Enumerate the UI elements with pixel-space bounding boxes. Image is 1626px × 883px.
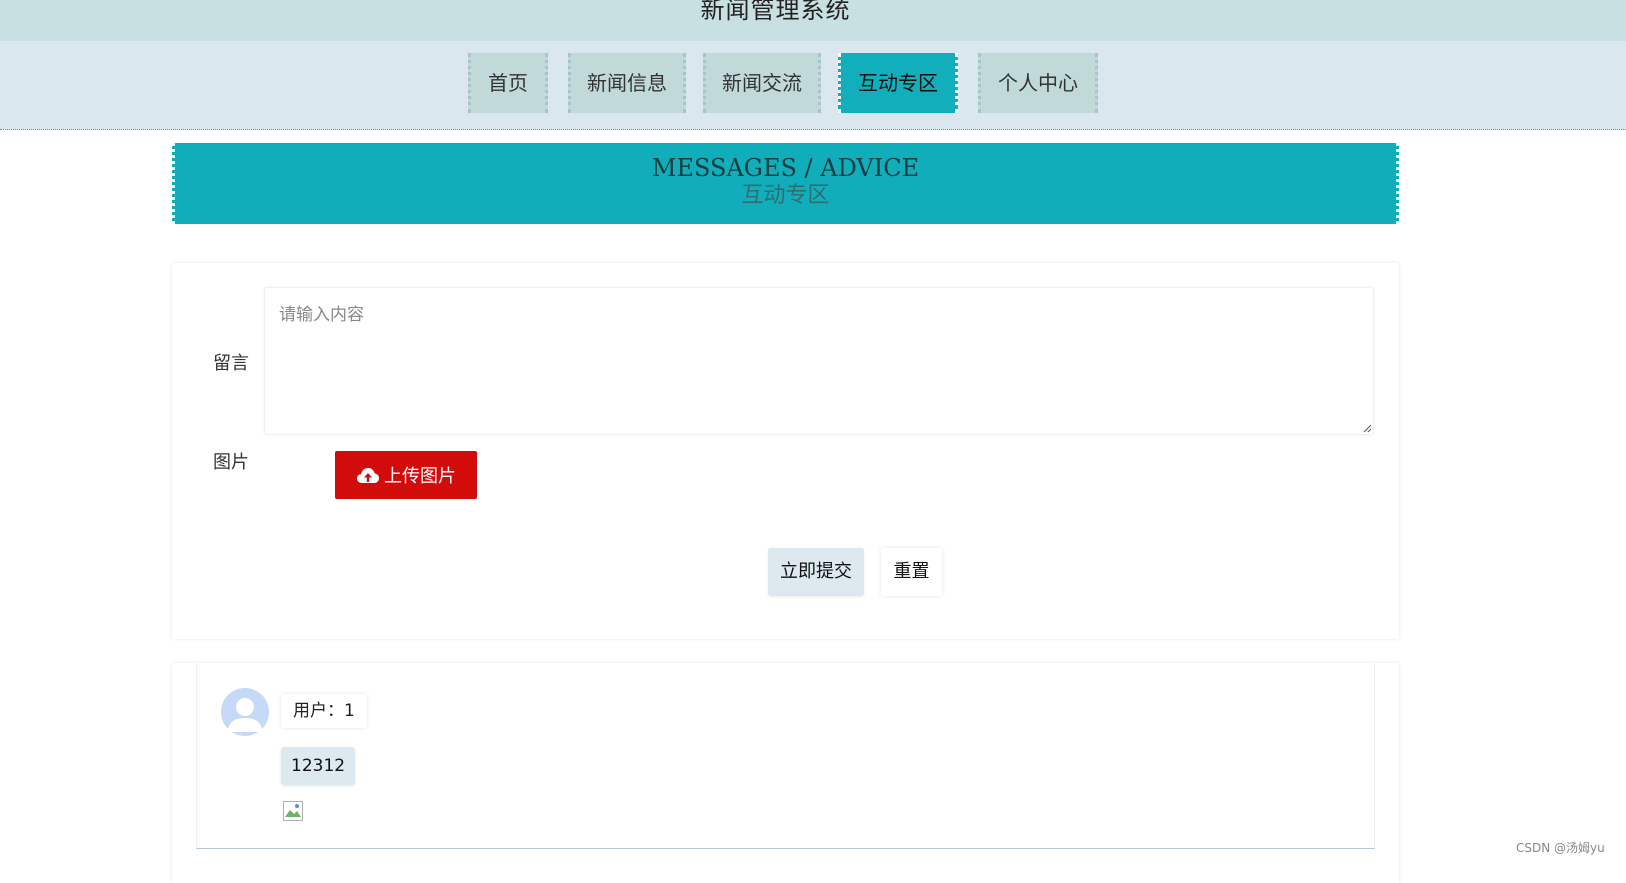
user-avatar-icon	[221, 688, 269, 736]
top-header: 新闻管理系统	[0, 0, 1626, 41]
message-form: 留言 图片 上传图片 立即提交 重置	[172, 263, 1399, 639]
avatar	[221, 688, 269, 736]
site-title: 新闻管理系统	[700, 0, 851, 24]
message-textarea[interactable]	[264, 287, 1374, 435]
nav-item-interaction[interactable]: 互动专区	[838, 53, 958, 113]
broken-image-icon	[283, 801, 303, 821]
nav-item-news-info[interactable]: 新闻信息	[568, 53, 686, 113]
banner-title-cn: 互动专区	[741, 183, 830, 208]
cloud-upload-icon	[357, 468, 379, 483]
comment-content: 12312	[281, 747, 356, 785]
banner-title-en: MESSAGES / ADVICE	[651, 154, 920, 182]
nav-item-home[interactable]: 首页	[468, 53, 548, 113]
reset-button[interactable]: 重置	[881, 548, 942, 596]
comment-item: 用户：1 12312	[196, 663, 1375, 849]
nav-menu: 首页 新闻信息 新闻交流 互动专区 个人中心	[0, 53, 1626, 115]
upload-image-button[interactable]: 上传图片	[335, 451, 477, 499]
comment-list: 用户：1 12312	[172, 663, 1399, 883]
comment-user: 用户：1	[281, 694, 367, 728]
nav-bar: 首页 新闻信息 新闻交流 互动专区 个人中心	[0, 41, 1626, 130]
message-label: 留言	[213, 353, 249, 374]
upload-image-label: 上传图片	[384, 466, 456, 487]
resize-grip-icon[interactable]	[1362, 423, 1372, 433]
nav-item-profile[interactable]: 个人中心	[978, 53, 1098, 113]
submit-button[interactable]: 立即提交	[768, 548, 864, 596]
section-banner: MESSAGES / ADVICE 互动专区	[172, 143, 1399, 224]
nav-item-news-exchange[interactable]: 新闻交流	[703, 53, 821, 113]
watermark: CSDN @汤姆yu	[1516, 841, 1605, 855]
image-label: 图片	[213, 452, 249, 473]
